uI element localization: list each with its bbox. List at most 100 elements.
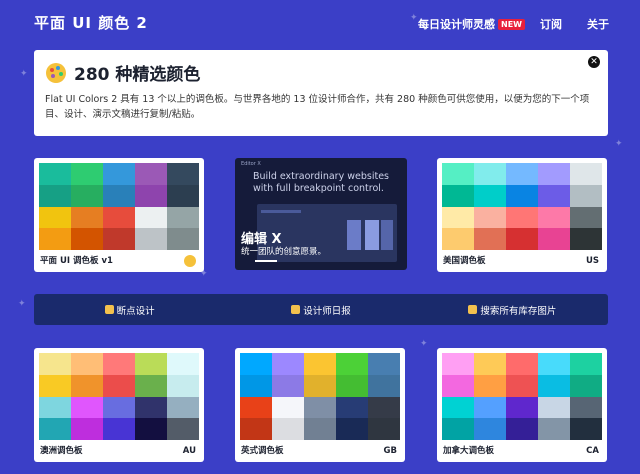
color-swatch[interactable] bbox=[474, 184, 506, 207]
color-swatch[interactable] bbox=[442, 353, 474, 375]
color-swatch[interactable] bbox=[71, 418, 103, 440]
color-swatch[interactable] bbox=[442, 163, 474, 185]
color-swatch[interactable] bbox=[39, 396, 71, 419]
color-swatch[interactable] bbox=[272, 374, 304, 397]
color-swatch[interactable] bbox=[304, 353, 336, 375]
color-swatch[interactable] bbox=[39, 163, 71, 185]
advertisement[interactable]: Editor X Build extraordinary websites wi… bbox=[235, 158, 407, 270]
color-swatch[interactable] bbox=[71, 228, 103, 250]
color-swatch[interactable] bbox=[240, 374, 272, 397]
color-swatch[interactable] bbox=[538, 418, 570, 440]
color-swatch[interactable] bbox=[272, 353, 304, 375]
color-swatch[interactable] bbox=[538, 228, 570, 250]
color-swatch[interactable] bbox=[167, 206, 199, 229]
color-swatch[interactable] bbox=[272, 396, 304, 419]
color-swatch[interactable] bbox=[135, 163, 167, 185]
color-swatch[interactable] bbox=[570, 163, 602, 185]
color-swatch[interactable] bbox=[570, 353, 602, 375]
palette-card-ca[interactable]: 加拿大调色板 CA bbox=[437, 348, 607, 462]
color-swatch[interactable] bbox=[474, 418, 506, 440]
nav-about-link[interactable]: 关于 bbox=[587, 16, 609, 32]
palette-card-flat-ui-v1[interactable]: 平面 UI 调色板 v1 bbox=[34, 158, 204, 272]
color-swatch[interactable] bbox=[368, 418, 400, 440]
color-swatch[interactable] bbox=[240, 396, 272, 419]
color-swatch[interactable] bbox=[442, 396, 474, 419]
color-swatch[interactable] bbox=[39, 206, 71, 229]
color-swatch[interactable] bbox=[135, 206, 167, 229]
color-swatch[interactable] bbox=[538, 184, 570, 207]
color-swatch[interactable] bbox=[474, 228, 506, 250]
color-swatch[interactable] bbox=[71, 374, 103, 397]
nav-inspiration-link[interactable]: 每日设计师灵感 NEW bbox=[418, 16, 525, 32]
color-swatch[interactable] bbox=[506, 206, 538, 229]
color-swatch[interactable] bbox=[103, 206, 135, 229]
color-swatch[interactable] bbox=[103, 353, 135, 375]
site-logo[interactable]: 平面 UI 颜色 2 bbox=[34, 12, 148, 33]
color-swatch[interactable] bbox=[71, 206, 103, 229]
color-swatch[interactable] bbox=[538, 374, 570, 397]
color-swatch[interactable] bbox=[368, 353, 400, 375]
color-swatch[interactable] bbox=[474, 374, 506, 397]
color-swatch[interactable] bbox=[506, 418, 538, 440]
color-swatch[interactable] bbox=[272, 418, 304, 440]
color-swatch[interactable] bbox=[442, 374, 474, 397]
color-swatch[interactable] bbox=[304, 374, 336, 397]
color-swatch[interactable] bbox=[474, 206, 506, 229]
color-swatch[interactable] bbox=[442, 206, 474, 229]
color-swatch[interactable] bbox=[135, 396, 167, 419]
color-swatch[interactable] bbox=[570, 228, 602, 250]
color-swatch[interactable] bbox=[506, 184, 538, 207]
color-swatch[interactable] bbox=[135, 418, 167, 440]
color-swatch[interactable] bbox=[368, 396, 400, 419]
color-swatch[interactable] bbox=[135, 228, 167, 250]
color-swatch[interactable] bbox=[336, 396, 368, 419]
color-swatch[interactable] bbox=[71, 184, 103, 207]
color-swatch[interactable] bbox=[167, 418, 199, 440]
palette-card-au[interactable]: 澳洲调色板 AU bbox=[34, 348, 204, 462]
color-swatch[interactable] bbox=[336, 374, 368, 397]
color-swatch[interactable] bbox=[103, 163, 135, 185]
color-swatch[interactable] bbox=[135, 353, 167, 375]
color-swatch[interactable] bbox=[570, 418, 602, 440]
color-swatch[interactable] bbox=[103, 228, 135, 250]
palette-card-us[interactable]: 美国调色板 US bbox=[437, 158, 607, 272]
color-swatch[interactable] bbox=[570, 184, 602, 207]
color-swatch[interactable] bbox=[570, 396, 602, 419]
color-swatch[interactable] bbox=[474, 396, 506, 419]
palette-card-gb[interactable]: 英式调色板 GB bbox=[235, 348, 405, 462]
color-swatch[interactable] bbox=[442, 228, 474, 250]
color-swatch[interactable] bbox=[506, 163, 538, 185]
color-swatch[interactable] bbox=[167, 353, 199, 375]
color-swatch[interactable] bbox=[39, 228, 71, 250]
link-search-stock-images[interactable]: 搜索所有库存图片 bbox=[417, 294, 608, 325]
color-swatch[interactable] bbox=[135, 374, 167, 397]
color-swatch[interactable] bbox=[336, 418, 368, 440]
color-swatch[interactable] bbox=[167, 163, 199, 185]
color-swatch[interactable] bbox=[538, 396, 570, 419]
color-swatch[interactable] bbox=[240, 353, 272, 375]
color-swatch[interactable] bbox=[71, 396, 103, 419]
color-swatch[interactable] bbox=[39, 353, 71, 375]
color-swatch[interactable] bbox=[240, 418, 272, 440]
color-swatch[interactable] bbox=[135, 184, 167, 207]
color-swatch[interactable] bbox=[304, 418, 336, 440]
color-swatch[interactable] bbox=[474, 163, 506, 185]
link-breakpoint-design[interactable]: 断点设计 bbox=[34, 294, 225, 325]
close-icon[interactable]: ✕ bbox=[588, 56, 600, 68]
color-swatch[interactable] bbox=[39, 184, 71, 207]
link-designer-daily[interactable]: 设计师日报 bbox=[225, 294, 416, 325]
color-swatch[interactable] bbox=[538, 163, 570, 185]
color-swatch[interactable] bbox=[39, 374, 71, 397]
color-swatch[interactable] bbox=[570, 374, 602, 397]
color-swatch[interactable] bbox=[506, 396, 538, 419]
color-swatch[interactable] bbox=[167, 396, 199, 419]
color-swatch[interactable] bbox=[103, 374, 135, 397]
color-swatch[interactable] bbox=[538, 206, 570, 229]
color-swatch[interactable] bbox=[167, 228, 199, 250]
color-swatch[interactable] bbox=[71, 353, 103, 375]
color-swatch[interactable] bbox=[103, 396, 135, 419]
color-swatch[interactable] bbox=[103, 184, 135, 207]
color-swatch[interactable] bbox=[103, 418, 135, 440]
color-swatch[interactable] bbox=[538, 353, 570, 375]
color-swatch[interactable] bbox=[167, 374, 199, 397]
